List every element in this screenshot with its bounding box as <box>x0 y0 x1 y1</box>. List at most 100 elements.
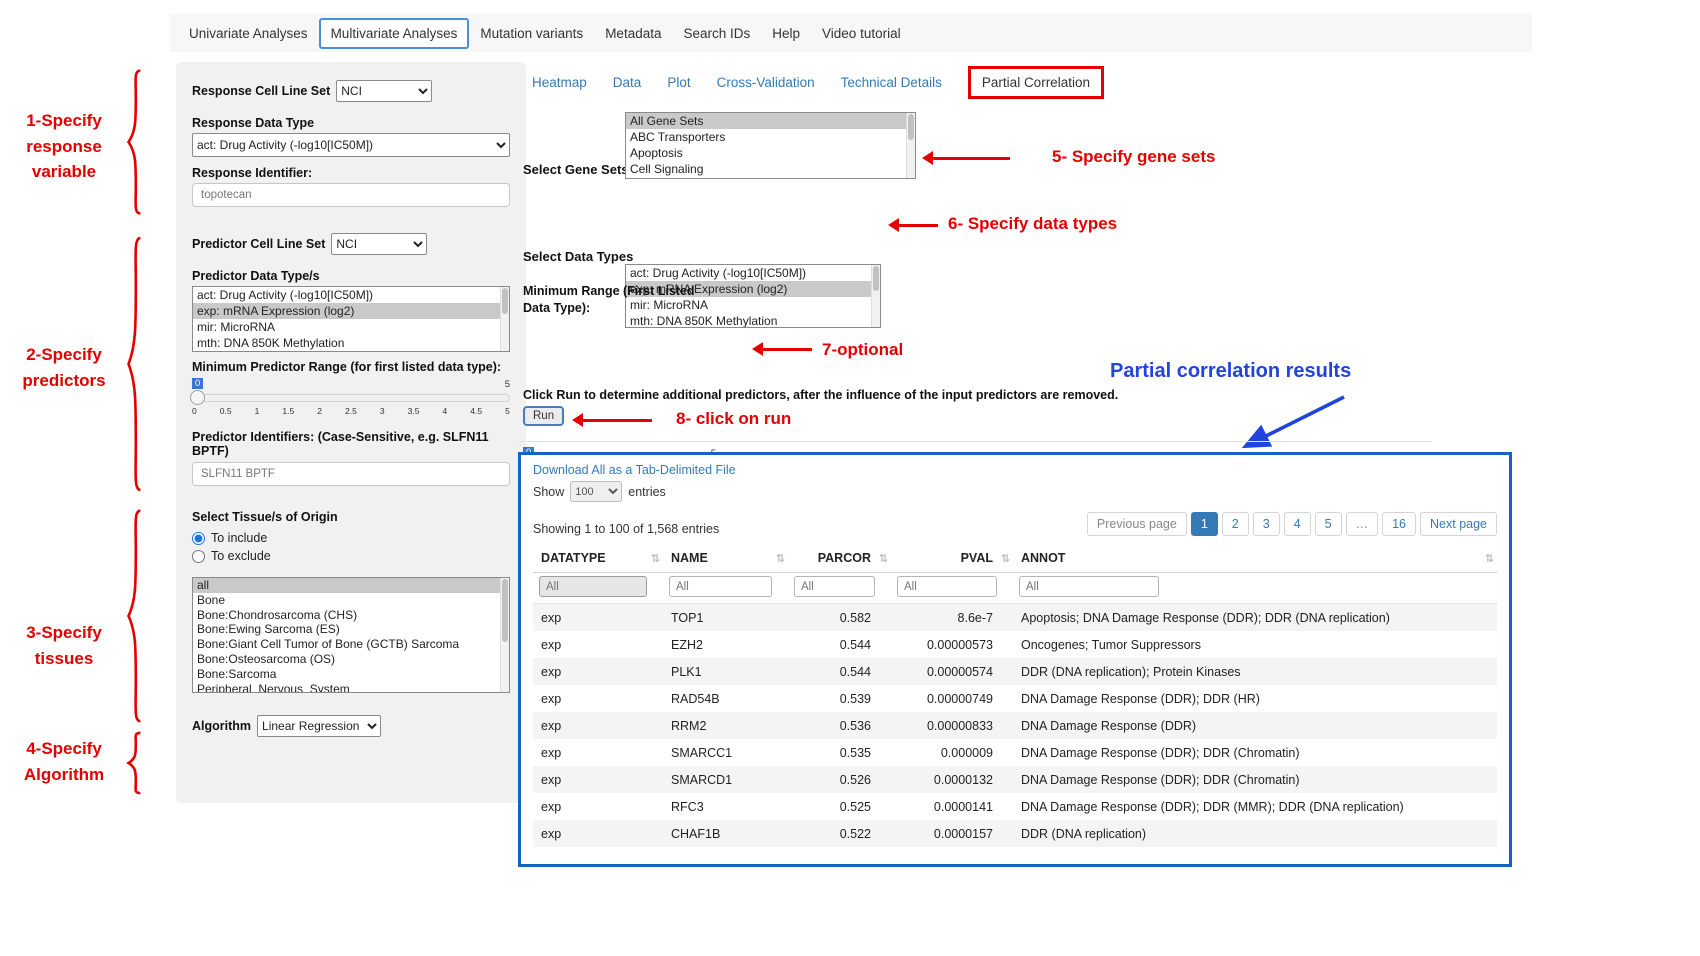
slider-value-badge: 0 <box>192 378 203 389</box>
tissue-list: all Bone Bone:Chondrosarcoma (CHS) Bone:… <box>192 577 510 693</box>
list-item[interactable]: Bone <box>193 593 509 608</box>
list-item[interactable]: Bone:Osteosarcoma (OS) <box>193 652 509 667</box>
list-item[interactable]: All Gene Sets <box>626 113 915 129</box>
pagination-page-1[interactable]: 1 <box>1191 512 1218 536</box>
table-row[interactable]: exp PLK1 0.544 0.00000574 DDR (DNA repli… <box>533 658 1497 685</box>
table-row[interactable]: exp CHAF1B 0.522 0.0000157 DDR (DNA repl… <box>533 820 1497 847</box>
annotation-step3: 3-Specify tissues <box>6 620 122 671</box>
sort-icon[interactable] <box>651 552 660 565</box>
list-item[interactable]: mth: DNA 850K Methylation <box>193 335 509 351</box>
scrollbar[interactable] <box>500 578 509 692</box>
predictor-cell-line-select[interactable]: NCI <box>331 233 427 255</box>
column-header-name[interactable]: NAME <box>663 544 788 573</box>
radio-exclude[interactable] <box>192 550 205 563</box>
brace-step4 <box>124 731 144 795</box>
table-row[interactable]: exp RRM2 0.536 0.00000833 DNA Damage Res… <box>533 712 1497 739</box>
pagination-page-5[interactable]: 5 <box>1315 512 1342 536</box>
list-item[interactable]: exp: mRNA Expression (log2) <box>193 303 509 319</box>
response-data-type-select[interactable]: act: Drug Activity (-log10[IC50M]) <box>192 133 510 157</box>
table-row[interactable]: exp RFC3 0.525 0.0000141 DNA Damage Resp… <box>533 793 1497 820</box>
algorithm-select[interactable]: Linear Regression <box>257 715 381 737</box>
slider-handle[interactable] <box>190 390 205 405</box>
pagination-previous[interactable]: Previous page <box>1087 512 1187 536</box>
nav-mutation-variants[interactable]: Mutation variants <box>469 26 594 41</box>
tissue-exclude-radio[interactable]: To exclude <box>192 547 510 565</box>
sort-icon[interactable] <box>879 552 888 565</box>
list-item[interactable]: Bone:Giant Cell Tumor of Bone (GCTB) Sar… <box>193 637 509 652</box>
column-header-parcor[interactable]: PARCOR <box>788 544 891 573</box>
sort-icon[interactable] <box>776 552 785 565</box>
table-row[interactable]: exp SMARCC1 0.535 0.000009 DNA Damage Re… <box>533 739 1497 766</box>
filter-annot-input[interactable] <box>1019 576 1159 597</box>
pagination-page-3[interactable]: 3 <box>1253 512 1280 536</box>
list-item[interactable]: Bone:Ewing Sarcoma (ES) <box>193 622 509 637</box>
list-item[interactable]: act: Drug Activity (-log10[IC50M]) <box>193 287 509 303</box>
table-row[interactable]: exp EZH2 0.544 0.00000573 Oncogenes; Tum… <box>533 631 1497 658</box>
nav-video-tutorial[interactable]: Video tutorial <box>811 26 912 41</box>
column-header-datatype[interactable]: DATATYPE <box>533 544 663 573</box>
nav-search-ids[interactable]: Search IDs <box>672 26 761 41</box>
nav-metadata[interactable]: Metadata <box>594 26 672 41</box>
scrollbar[interactable] <box>500 287 509 351</box>
nav-help[interactable]: Help <box>761 26 811 41</box>
pagination-ellipsis: … <box>1346 512 1379 536</box>
partial-correlation-results-panel: Download All as a Tab-Delimited File Sho… <box>518 452 1512 867</box>
pagination-page-16[interactable]: 16 <box>1382 512 1416 536</box>
table-row[interactable]: exp SMARCD1 0.526 0.0000132 DNA Damage R… <box>533 766 1497 793</box>
filter-datatype-input[interactable] <box>539 576 647 597</box>
scrollbar-thumb[interactable] <box>502 579 508 642</box>
sort-icon[interactable] <box>1001 552 1010 565</box>
arrow-optional <box>752 342 812 356</box>
list-item[interactable]: mir: MicroRNA <box>193 319 509 335</box>
table-row[interactable]: exp RAD54B 0.539 0.00000749 DNA Damage R… <box>533 685 1497 712</box>
brace-step3 <box>124 504 144 728</box>
download-link[interactable]: Download All as a Tab-Delimited File <box>533 463 1497 477</box>
scrollbar-thumb[interactable] <box>502 288 508 314</box>
pagination-page-2[interactable]: 2 <box>1222 512 1249 536</box>
scrollbar[interactable] <box>906 113 915 178</box>
sort-icon[interactable] <box>1485 552 1494 565</box>
scrollbar[interactable] <box>871 265 880 327</box>
radio-include[interactable] <box>192 532 205 545</box>
scrollbar-thumb[interactable] <box>873 266 879 291</box>
pagination-page-4[interactable]: 4 <box>1284 512 1311 536</box>
filter-name-input[interactable] <box>669 576 772 597</box>
nav-univariate-analyses[interactable]: Univariate Analyses <box>178 26 319 41</box>
list-item[interactable]: Peripheral_Nervous_System <box>193 682 509 693</box>
run-button[interactable]: Run <box>523 406 564 426</box>
column-header-pval[interactable]: PVAL <box>891 544 1013 573</box>
pagination-next[interactable]: Next page <box>1420 512 1497 536</box>
nav-multivariate-analyses[interactable]: Multivariate Analyses <box>319 18 470 49</box>
slider-track[interactable] <box>192 394 510 402</box>
tab-plot[interactable]: Plot <box>667 75 690 90</box>
list-item[interactable]: act: Drug Activity (-log10[IC50M]) <box>626 265 880 281</box>
tab-partial-correlation[interactable]: Partial Correlation <box>968 66 1104 99</box>
column-header-annot[interactable]: ANNOT <box>1013 544 1497 573</box>
predictor-identifiers-input[interactable] <box>192 462 510 486</box>
predictor-cell-line-label: Predictor Cell Line Set <box>192 237 325 251</box>
table-row[interactable]: exp TOP1 0.582 8.6e-7 Apoptosis; DNA Dam… <box>533 604 1497 632</box>
results-table: DATATYPE NAME PARCOR PVAL ANNOT exp <box>533 544 1497 847</box>
list-item[interactable]: Apoptosis <box>626 145 915 161</box>
filter-parcor-input[interactable] <box>794 576 875 597</box>
list-item[interactable]: all <box>193 578 509 593</box>
list-item[interactable]: Bone:Chondrosarcoma (CHS) <box>193 608 509 623</box>
input-sidebar: Response Cell Line Set NCI Response Data… <box>176 62 526 803</box>
brace-step2 <box>124 230 144 498</box>
run-instruction: Click Run to determine additional predic… <box>523 388 1118 402</box>
list-item[interactable]: Cell Signaling <box>626 161 915 177</box>
list-item[interactable]: Bone:Sarcoma <box>193 667 509 682</box>
entries-per-page-select[interactable]: 100 <box>570 481 622 502</box>
tissue-include-radio[interactable]: To include <box>192 529 510 547</box>
filter-pval-input[interactable] <box>897 576 997 597</box>
list-item[interactable]: ABC Transporters <box>626 129 915 145</box>
tab-data[interactable]: Data <box>613 75 642 90</box>
tab-cross-validation[interactable]: Cross-Validation <box>717 75 815 90</box>
tab-heatmap[interactable]: Heatmap <box>532 75 587 90</box>
data-types-label: Select Data Types <box>523 249 633 264</box>
tab-technical-details[interactable]: Technical Details <box>841 75 942 90</box>
scrollbar-thumb[interactable] <box>908 114 914 140</box>
response-identifier-input[interactable] <box>192 183 510 207</box>
response-cell-line-select[interactable]: NCI <box>336 80 432 102</box>
min-predictor-range-label: Minimum Predictor Range (for first liste… <box>192 360 510 374</box>
